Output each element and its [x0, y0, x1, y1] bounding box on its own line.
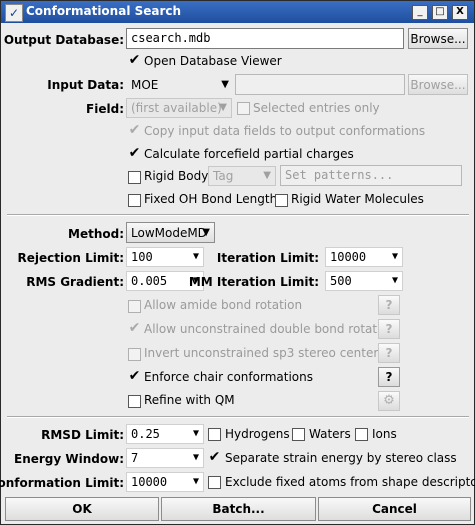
- invert-sp3-help-button: ?: [378, 343, 400, 363]
- rmsd-limit-select[interactable]: 0.25 ▼: [126, 424, 204, 444]
- method-value: LowModeMD: [131, 226, 207, 240]
- selected-only-checkbox: [237, 102, 250, 115]
- open-viewer-checkbox[interactable]: ✔: [128, 53, 141, 68]
- chevron-down-icon: ▼: [391, 275, 398, 286]
- close-button[interactable]: X: [452, 5, 468, 20]
- rejection-limit-select[interactable]: 100 ▼: [126, 247, 204, 267]
- input-data-label: Input Data:: [47, 78, 124, 92]
- separator: [7, 214, 469, 216]
- input-data-value: MOE: [131, 78, 159, 92]
- exclude-fixed-checkbox[interactable]: [208, 476, 221, 489]
- fixed-oh-label: Fixed OH Bond Length: [144, 192, 278, 206]
- energy-window-value: 7: [131, 451, 139, 465]
- output-database-label: Output Database:: [3, 33, 124, 47]
- chevron-down-icon: ▼: [219, 102, 227, 113]
- iteration-limit-value: 10000: [330, 250, 367, 264]
- invert-sp3-label: Invert unconstrained sp3 stereo centers: [144, 346, 385, 360]
- iteration-limit-label: Iteration Limit:: [216, 251, 319, 265]
- double-bond-rotation-checkbox: ✔: [128, 320, 141, 336]
- chevron-down-icon: ▼: [221, 79, 229, 90]
- conformational-search-dialog: ✓ Conformational Search _ □ X Output Dat…: [0, 0, 475, 525]
- exclude-fixed-label: Exclude fixed atoms from shape descripto…: [225, 475, 475, 489]
- output-database-input[interactable]: csearch.mdb: [126, 28, 404, 49]
- fixed-oh-checkbox[interactable]: [128, 194, 141, 207]
- mm-iteration-limit-label: MM Iteration Limit:: [188, 275, 319, 289]
- amide-rotation-checkbox: [128, 300, 141, 313]
- batch-button[interactable]: Batch...: [161, 497, 316, 521]
- calc-charges-label: Calculate forcefield partial charges: [144, 147, 354, 161]
- conformation-limit-label: Conformation Limit:: [0, 476, 124, 490]
- mm-iteration-limit-select[interactable]: 500 ▼: [325, 271, 403, 291]
- chevron-down-icon: ▼: [192, 452, 199, 463]
- tag-value: Tag: [213, 169, 234, 183]
- window-title: Conformational Search: [26, 4, 182, 18]
- separator: [7, 416, 469, 418]
- input-data-select[interactable]: MOE ▼: [126, 75, 234, 95]
- refine-qm-label: Refine with QM: [144, 393, 235, 407]
- minimize-button[interactable]: _: [412, 5, 428, 20]
- input-browse-button: Browse...: [408, 74, 468, 95]
- maximize-button[interactable]: □: [432, 5, 448, 20]
- title-bar: ✓ Conformational Search _ □ X: [1, 1, 474, 23]
- gear-icon: ⚙: [378, 391, 400, 411]
- conformation-limit-value: 10000: [131, 475, 168, 489]
- energy-window-label: Energy Window:: [14, 452, 124, 466]
- mm-iteration-limit-value: 500: [330, 274, 352, 288]
- ions-checkbox[interactable]: [355, 428, 368, 441]
- copy-fields-label: Copy input data fields to output conform…: [144, 124, 426, 138]
- rmsd-limit-label: RMSD Limit:: [41, 428, 124, 442]
- tag-select: Tag ▼: [208, 166, 276, 186]
- waters-checkbox[interactable]: [292, 428, 305, 441]
- invert-sp3-checkbox: [128, 348, 141, 361]
- rms-gradient-label: RMS Gradient:: [26, 275, 124, 289]
- rigid-body-checkbox[interactable]: [128, 171, 141, 184]
- separate-strain-label: Separate strain energy by stereo class: [225, 451, 457, 465]
- ions-label: Ions: [372, 427, 397, 441]
- method-label: Method:: [68, 227, 124, 241]
- energy-window-select[interactable]: 7 ▼: [126, 448, 204, 468]
- iteration-limit-select[interactable]: 10000 ▼: [325, 247, 403, 267]
- conformation-limit-select[interactable]: 10000 ▼: [126, 472, 204, 492]
- open-viewer-label: Open Database Viewer: [144, 54, 282, 68]
- hydrogens-checkbox[interactable]: [208, 428, 221, 441]
- field-label: Field:: [86, 102, 124, 116]
- chevron-down-icon: ▼: [192, 476, 199, 487]
- app-icon: ✓: [5, 4, 23, 22]
- method-select[interactable]: LowModeMD ▼: [126, 222, 215, 243]
- cancel-button[interactable]: Cancel: [318, 497, 471, 521]
- waters-label: Waters: [309, 427, 351, 441]
- rigid-body-label: Rigid Body: [144, 169, 209, 183]
- chair-help-button[interactable]: ?: [378, 367, 400, 387]
- rigid-water-checkbox[interactable]: [275, 194, 288, 207]
- patterns-field: Set patterns...: [280, 165, 462, 186]
- chevron-down-icon: ▼: [202, 227, 210, 238]
- double-bond-help-button: ?: [378, 319, 400, 339]
- separate-strain-checkbox[interactable]: ✔: [208, 450, 221, 465]
- chevron-down-icon: ▼: [263, 170, 271, 181]
- rejection-limit-label: Rejection Limit:: [17, 251, 124, 265]
- rigid-water-label: Rigid Water Molecules: [291, 192, 424, 206]
- chevron-down-icon: ▼: [391, 251, 398, 262]
- field-select: (first available) ▼: [126, 98, 232, 118]
- rmsd-limit-value: 0.25: [131, 427, 160, 441]
- calc-charges-checkbox[interactable]: ✔: [128, 146, 141, 161]
- rms-gradient-value: 0.005: [131, 274, 168, 288]
- field-value: (first available): [131, 101, 222, 115]
- chair-conformations-label: Enforce chair conformations: [144, 370, 313, 384]
- hydrogens-label: Hydrogens: [225, 427, 290, 441]
- double-bond-rotation-label: Allow unconstrained double bond rotation: [144, 322, 396, 336]
- chair-conformations-checkbox[interactable]: ✔: [128, 369, 141, 384]
- copy-fields-checkbox: ✔: [128, 122, 141, 138]
- chevron-down-icon: ▼: [192, 428, 199, 439]
- selected-only-label: Selected entries only: [253, 101, 380, 115]
- refine-qm-checkbox[interactable]: [128, 395, 141, 408]
- input-path-field: [235, 74, 405, 95]
- amide-help-button: ?: [378, 295, 400, 315]
- amide-rotation-label: Allow amide bond rotation: [144, 298, 303, 312]
- output-browse-button[interactable]: Browse...: [408, 28, 468, 49]
- chevron-down-icon: ▼: [192, 251, 199, 262]
- ok-button[interactable]: OK: [5, 497, 159, 521]
- rejection-limit-value: 100: [131, 250, 153, 264]
